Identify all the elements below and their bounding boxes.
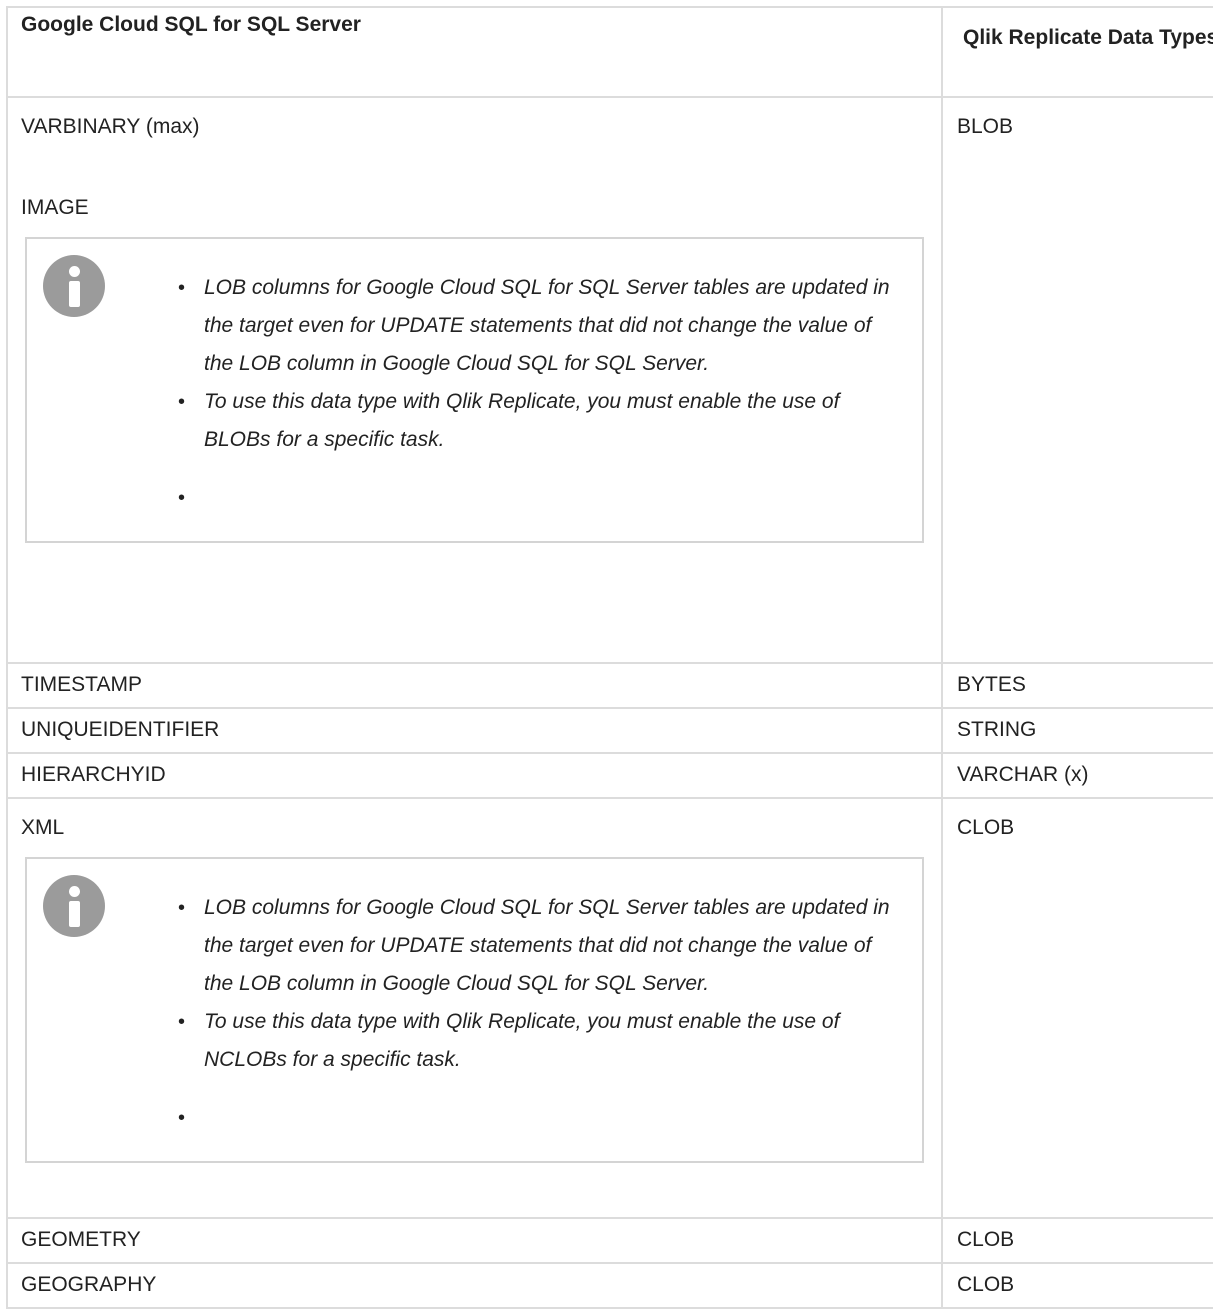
header-source-cell: Google Cloud SQL for SQL Server bbox=[6, 6, 943, 98]
source-cell: GEOMETRY bbox=[6, 1217, 943, 1264]
target-cell: CLOB bbox=[941, 1217, 1213, 1264]
info-icon bbox=[43, 255, 105, 317]
note-item: To use this data type with Qlik Replicat… bbox=[178, 1003, 902, 1079]
table-row: UNIQUEIDENTIFIER STRING bbox=[6, 707, 1213, 754]
table-row-blob: VARBINARY (max) IMAGE LOB columns for Go… bbox=[6, 96, 1213, 664]
source-type: HIERARCHYID bbox=[21, 763, 166, 786]
target-type: CLOB bbox=[957, 1228, 1015, 1251]
note-item-empty bbox=[178, 1099, 902, 1137]
header-source-label: Google Cloud SQL for SQL Server bbox=[21, 13, 361, 36]
note-item: LOB columns for Google Cloud SQL for SQL… bbox=[178, 269, 902, 383]
note-box: LOB columns for Google Cloud SQL for SQL… bbox=[25, 857, 924, 1163]
source-type: VARBINARY (max) bbox=[21, 115, 200, 138]
source-type: GEOMETRY bbox=[21, 1228, 141, 1251]
target-cell: CLOB bbox=[941, 1262, 1213, 1309]
target-cell: STRING bbox=[941, 707, 1213, 754]
target-cell: VARCHAR (x) bbox=[941, 752, 1213, 799]
target-cell: BLOB bbox=[941, 96, 1213, 664]
source-cell: TIMESTAMP bbox=[6, 662, 943, 709]
note-box: LOB columns for Google Cloud SQL for SQL… bbox=[25, 237, 924, 543]
target-cell: BYTES bbox=[941, 662, 1213, 709]
source-cell: UNIQUEIDENTIFIER bbox=[6, 707, 943, 754]
target-type: STRING bbox=[957, 718, 1037, 741]
source-cell: GEOGRAPHY bbox=[6, 1262, 943, 1309]
target-type: CLOB bbox=[957, 816, 1015, 839]
table-row: HIERARCHYID VARCHAR (x) bbox=[6, 752, 1213, 799]
table-row: TIMESTAMP BYTES bbox=[6, 662, 1213, 709]
source-type: GEOGRAPHY bbox=[21, 1273, 157, 1296]
note-item: To use this data type with Qlik Replicat… bbox=[178, 383, 902, 459]
source-cell: VARBINARY (max) IMAGE LOB columns for Go… bbox=[6, 96, 943, 664]
header-target-label: Qlik Replicate Data Types bbox=[963, 26, 1213, 49]
data-type-mapping-table: Google Cloud SQL for SQL Server Qlik Rep… bbox=[6, 6, 1213, 1309]
table-header-row: Google Cloud SQL for SQL Server Qlik Rep… bbox=[6, 6, 1213, 98]
note-list: LOB columns for Google Cloud SQL for SQL… bbox=[27, 269, 902, 517]
note-item-empty bbox=[178, 479, 902, 517]
note-item: LOB columns for Google Cloud SQL for SQL… bbox=[178, 889, 902, 1003]
source-type: UNIQUEIDENTIFIER bbox=[21, 718, 220, 741]
info-icon bbox=[43, 875, 105, 937]
target-cell: CLOB bbox=[941, 797, 1213, 1219]
note-list: LOB columns for Google Cloud SQL for SQL… bbox=[27, 889, 902, 1137]
table-row: GEOGRAPHY CLOB bbox=[6, 1262, 1213, 1309]
target-type: CLOB bbox=[957, 1273, 1015, 1296]
source-cell: HIERARCHYID bbox=[6, 752, 943, 799]
target-type: BYTES bbox=[957, 673, 1026, 696]
source-type: IMAGE bbox=[21, 196, 89, 219]
table-row-xml: XML LOB columns for Google Cloud SQL for… bbox=[6, 797, 1213, 1219]
table-row: GEOMETRY CLOB bbox=[6, 1217, 1213, 1264]
target-type: BLOB bbox=[957, 115, 1014, 138]
source-cell: XML LOB columns for Google Cloud SQL for… bbox=[6, 797, 943, 1219]
source-type: TIMESTAMP bbox=[21, 673, 142, 696]
target-type: VARCHAR (x) bbox=[957, 763, 1089, 786]
header-target-cell: Qlik Replicate Data Types bbox=[941, 6, 1213, 98]
source-type: XML bbox=[21, 816, 65, 839]
